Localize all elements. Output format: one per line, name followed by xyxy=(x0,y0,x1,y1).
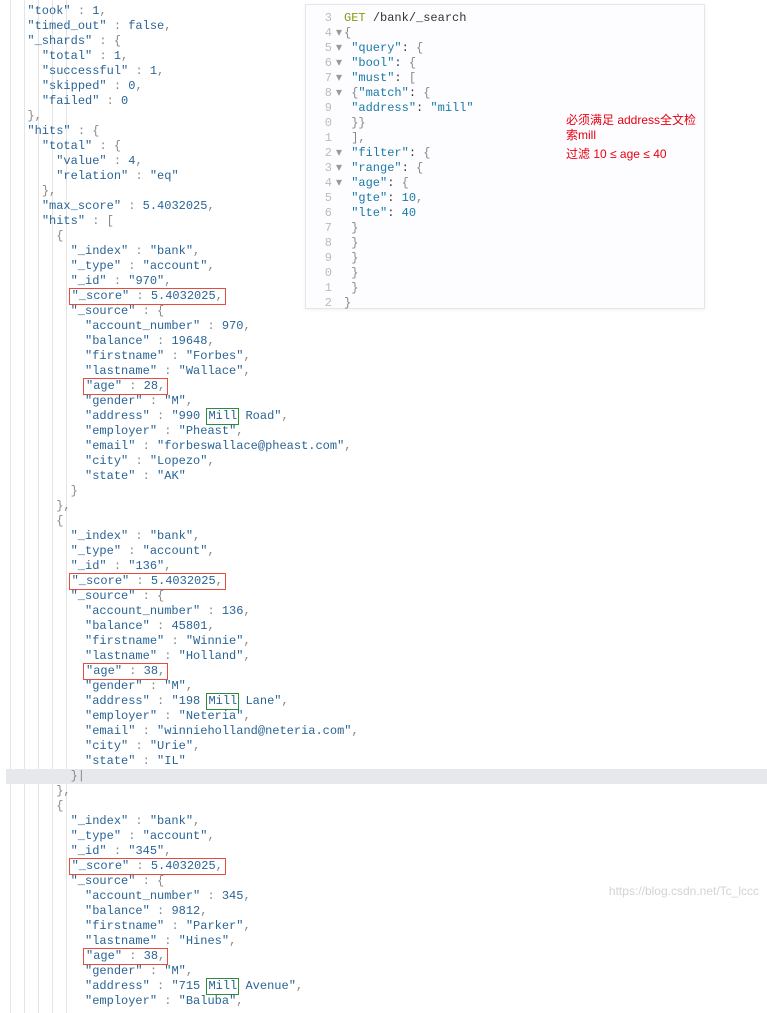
json-line: "_id" : "345", xyxy=(6,844,767,859)
json-line: "_source" : { xyxy=(6,589,767,604)
age-highlight: "age" : 38, xyxy=(83,948,168,965)
json-line: "lastname" : "Holland", xyxy=(6,649,767,664)
json-line: "age" : 38, xyxy=(6,664,767,679)
json-line: "_index" : "bank", xyxy=(6,814,767,829)
json-line: "_type" : "account", xyxy=(6,544,767,559)
json-line: } xyxy=(6,484,767,499)
query-line: 7▾ "must": [ xyxy=(312,71,698,86)
json-line: "employer" : "Neteria", xyxy=(6,709,767,724)
json-line: "firstname" : "Parker", xyxy=(6,919,767,934)
json-line: "lastname" : "Wallace", xyxy=(6,364,767,379)
query-line: 8▾ {"match": { xyxy=(312,86,698,101)
query-line: 7 } xyxy=(312,221,698,236)
json-line: "firstname" : "Forbes", xyxy=(6,349,767,364)
json-line: "_type" : "account", xyxy=(6,829,767,844)
json-line: "lastname" : "Hines", xyxy=(6,934,767,949)
json-line: "address" : "198 Mill Lane", xyxy=(6,694,767,709)
query-line: 5▾ "query": { xyxy=(312,41,698,56)
query-line: 0 } xyxy=(312,266,698,281)
query-line: 2} xyxy=(312,296,698,311)
json-line: "account_number" : 136, xyxy=(6,604,767,619)
json-line: "age" : 38, xyxy=(6,949,767,964)
json-line: "address" : "990 Mill Road", xyxy=(6,409,767,424)
json-line: "state" : "IL" xyxy=(6,754,767,769)
json-line: "employer" : "Pheast", xyxy=(6,424,767,439)
json-line: "balance" : 19648, xyxy=(6,334,767,349)
json-line: "_id" : "136", xyxy=(6,559,767,574)
query-line: 3GET /bank/_search xyxy=(312,11,698,26)
query-line: 9 } xyxy=(312,251,698,266)
json-line-selected: }| xyxy=(6,769,767,784)
query-line: 6 "lte": 40 xyxy=(312,206,698,221)
query-line: 1 } xyxy=(312,281,698,296)
query-line: 4▾{ xyxy=(312,26,698,41)
json-line: "balance" : 45801, xyxy=(6,619,767,634)
annotation-filter: 过滤 10 ≤ age ≤ 40 xyxy=(566,147,667,162)
json-line: "_score" : 5.4032025, xyxy=(6,574,767,589)
json-line: "gender" : "M", xyxy=(6,394,767,409)
json-line: "city" : "Lopezo", xyxy=(6,454,767,469)
json-line: { xyxy=(6,514,767,529)
query-line: 6▾ "bool": { xyxy=(312,56,698,71)
json-line: "email" : "forbeswallace@pheast.com", xyxy=(6,439,767,454)
json-line: "state" : "AK" xyxy=(6,469,767,484)
annotation-must: 必须满足 address全文检索mill xyxy=(566,113,704,143)
query-line: 3▾ "range": { xyxy=(312,161,698,176)
json-line: "account_number" : 970, xyxy=(6,319,767,334)
json-line: "age" : 28, xyxy=(6,379,767,394)
json-line: "employer" : "Baluba", xyxy=(6,994,767,1009)
query-line: 5 "gte": 10, xyxy=(312,191,698,206)
age-highlight: "age" : 28, xyxy=(83,378,168,395)
score-highlight: "_score" : 5.4032025, xyxy=(69,573,226,590)
json-line: "firstname" : "Winnie", xyxy=(6,634,767,649)
mill-highlight: Mill xyxy=(206,978,239,995)
query-line: 4▾ "age": { xyxy=(312,176,698,191)
json-line: "_index" : "bank", xyxy=(6,529,767,544)
query-editor-panel[interactable]: 3GET /bank/_search 4▾{ 5▾ "query": { 6▾ … xyxy=(305,4,705,309)
json-line: "gender" : "M", xyxy=(6,964,767,979)
mill-highlight: Mill xyxy=(206,408,239,425)
json-line: }, xyxy=(6,784,767,799)
json-line: "address" : "715 Mill Avenue", xyxy=(6,979,767,994)
query-line: 8 } xyxy=(312,236,698,251)
json-line: "gender" : "M", xyxy=(6,679,767,694)
json-line: "balance" : 9812, xyxy=(6,904,767,919)
json-line: "email" : "winnieholland@neteria.com", xyxy=(6,724,767,739)
score-highlight: "_score" : 5.4032025, xyxy=(69,288,226,305)
age-highlight: "age" : 38, xyxy=(83,663,168,680)
json-line: { xyxy=(6,799,767,814)
mill-highlight: Mill xyxy=(206,693,239,710)
json-line: "_score" : 5.4032025, xyxy=(6,859,767,874)
json-line: }, xyxy=(6,499,767,514)
json-line: "city" : "Urie", xyxy=(6,739,767,754)
watermark: https://blog.csdn.net/Tc_lccc xyxy=(609,884,759,898)
score-highlight: "_score" : 5.4032025, xyxy=(69,858,226,875)
